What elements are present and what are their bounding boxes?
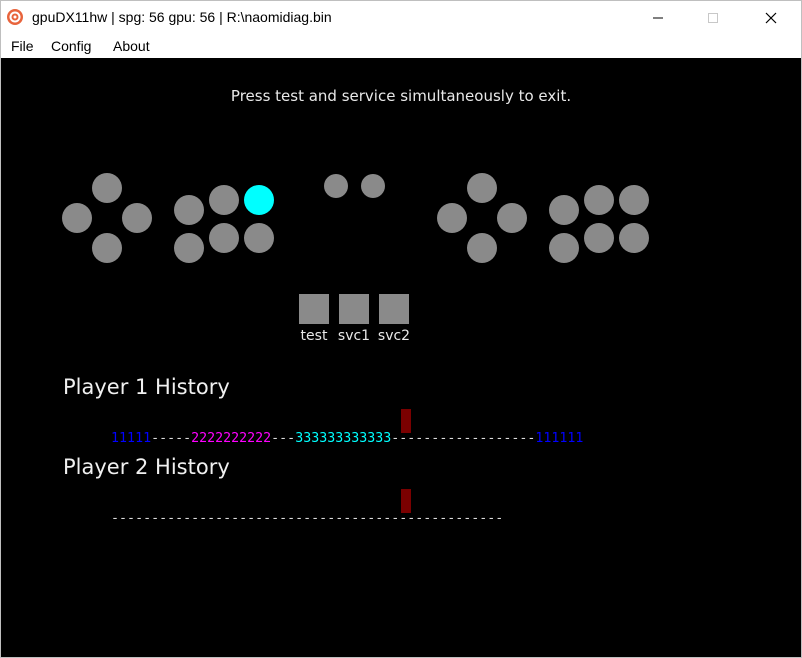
p2-button-5: [584, 185, 614, 215]
p1-dpad-left: [62, 203, 92, 233]
p2-dpad-left: [437, 203, 467, 233]
p1-button-4: [174, 195, 204, 225]
app-window: gpuDX11hw | spg: 56 gpu: 56 | R:\naomidi…: [0, 0, 802, 658]
history-segment: -----: [151, 431, 192, 446]
p2-button-1: [619, 185, 649, 215]
history-segment: 2222222222: [191, 431, 272, 446]
p1-button-5: [209, 185, 239, 215]
exit-instruction: Press test and service simultaneously to…: [230, 87, 572, 105]
close-button[interactable]: [748, 1, 794, 34]
menu-bar: File Config About: [1, 34, 801, 58]
history-segment: 111111: [535, 431, 584, 446]
p1-dpad-down: [92, 233, 122, 263]
menu-config[interactable]: Config: [51, 38, 91, 54]
window-title: gpuDX11hw | spg: 56 gpu: 56 | R:\naomidi…: [32, 9, 332, 25]
player2-history-line: ----------------------------------------…: [63, 492, 503, 526]
p2-dpad-right: [497, 203, 527, 233]
p1-start-button: [324, 174, 348, 198]
player1-history-title: Player 1 History: [63, 375, 230, 399]
minimize-icon: [652, 12, 664, 24]
p2-button-4: [549, 195, 579, 225]
p1-button-6: [174, 233, 204, 263]
menu-about[interactable]: About: [113, 38, 150, 54]
svc1-button: [339, 294, 369, 324]
menu-file[interactable]: File: [11, 38, 34, 54]
test-label: test: [300, 328, 328, 344]
player2-history-title: Player 2 History: [63, 455, 230, 479]
p1-button-3: [244, 223, 274, 253]
history-segment: ----------------------------------------…: [111, 511, 504, 526]
svc1-label: svc1: [337, 328, 371, 344]
history-segment: 11111: [111, 431, 152, 446]
flycast-logo-icon: [6, 8, 24, 26]
p2-button-2: [584, 223, 614, 253]
maximize-icon: [707, 12, 719, 24]
p1-dpad-up: [92, 173, 122, 203]
p2-start-button: [361, 174, 385, 198]
test-button: [299, 294, 329, 324]
p1-button-1-pressed: [244, 185, 274, 215]
history-segment: ---: [271, 431, 296, 446]
maximize-button[interactable]: [690, 1, 736, 34]
p2-button-3: [619, 223, 649, 253]
svc2-label: svc2: [377, 328, 411, 344]
svc2-button: [379, 294, 409, 324]
p1-button-2: [209, 223, 239, 253]
player1-history-line: 11111-----2222222222---333333333333-----…: [63, 412, 583, 446]
minimize-button[interactable]: [635, 1, 681, 34]
p2-dpad-down: [467, 233, 497, 263]
p1-dpad-right: [122, 203, 152, 233]
emulator-screen: Press test and service simultaneously to…: [1, 58, 801, 657]
history-segment: 333333333333: [295, 431, 392, 446]
history-segment: ------------------: [391, 431, 536, 446]
p2-button-6: [549, 233, 579, 263]
p2-dpad-up: [467, 173, 497, 203]
close-icon: [764, 11, 778, 25]
title-bar[interactable]: gpuDX11hw | spg: 56 gpu: 56 | R:\naomidi…: [1, 1, 801, 34]
